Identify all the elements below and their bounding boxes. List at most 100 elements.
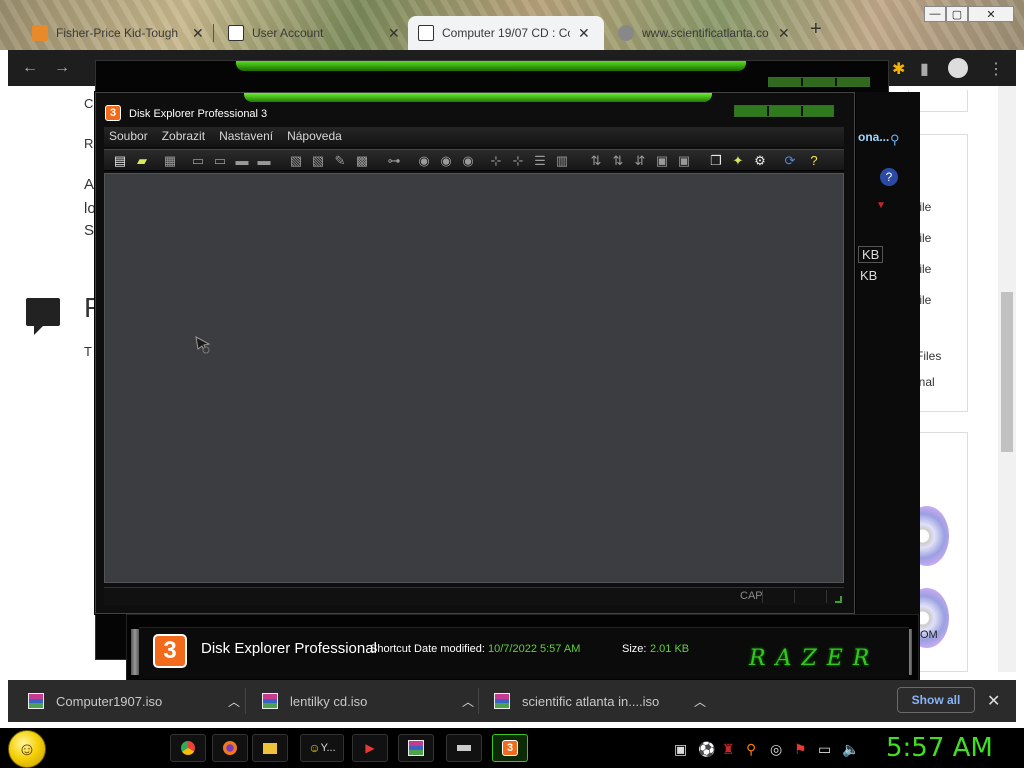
tab-close-icon[interactable]: ✕ (192, 25, 204, 42)
app-logo-icon: 3 (105, 105, 121, 121)
window-controls[interactable] (734, 105, 834, 117)
tab-scientific-atlanta[interactable]: www.scientificatlanta.co ✕ (608, 16, 800, 50)
tab-user-account[interactable]: User Account ✕ (218, 16, 410, 50)
close-downloads-icon[interactable]: ✕ (987, 691, 1000, 711)
window-taskbar-icon[interactable] (446, 734, 482, 762)
list-icon[interactable]: ☰ (532, 153, 548, 169)
network-icon[interactable]: ▣ (674, 741, 687, 758)
media-player-taskbar-icon[interactable]: ▶ (352, 734, 388, 762)
soccer-ball-icon[interactable]: ⚽ (698, 741, 715, 758)
taskbar-clock[interactable]: 5:57 AM (886, 733, 993, 763)
start-button[interactable]: ☺ (8, 730, 46, 768)
refresh-icon[interactable]: ⟳ (782, 153, 798, 169)
new-document-icon[interactable]: ▤ (112, 153, 128, 169)
size-value: 2.01 KB (650, 643, 690, 655)
date-modified: 10/7/2022 5:57 AM (488, 643, 581, 655)
volume-icon[interactable]: 🔈 (842, 741, 859, 758)
chrome-taskbar-icon[interactable] (170, 734, 206, 762)
firefox-taskbar-icon[interactable] (212, 734, 248, 762)
image-icon[interactable]: ▧ (288, 153, 304, 169)
view-icon[interactable]: ▣ (676, 153, 692, 169)
new-tab-button[interactable]: + (810, 18, 822, 41)
archive-icon (408, 740, 424, 756)
back-arrow-icon[interactable]: ← (22, 59, 38, 77)
image-icon[interactable]: ▧ (310, 153, 326, 169)
maximize-button[interactable]: ▢ (946, 6, 968, 22)
play-icon: ▶ (365, 741, 375, 755)
file-link[interactable]: file (916, 293, 960, 307)
tab-close-icon[interactable]: ✕ (388, 25, 400, 42)
drive-icon[interactable]: ▬ (256, 153, 272, 169)
chrome-menu-icon[interactable]: ⋮ (988, 59, 1004, 79)
menu-nastaveni[interactable]: Nastavení (219, 127, 273, 147)
download-item[interactable]: Computer1907.iso ︿ (28, 680, 240, 722)
binoculars-icon[interactable]: ⊶ (386, 153, 402, 169)
chevron-up-icon[interactable]: ︿ (462, 693, 474, 710)
drive-icon[interactable]: ▬ (234, 153, 250, 169)
sort-icon[interactable]: ⇵ (632, 153, 648, 169)
resize-grip-icon[interactable] (835, 596, 842, 603)
flag-icon[interactable]: ⚑ (794, 741, 807, 758)
menu-napoveda[interactable]: Nápoveda (287, 127, 342, 147)
cd-icon[interactable]: ◉ (438, 153, 454, 169)
forward-arrow-icon[interactable]: → (54, 59, 70, 77)
copy-icon[interactable]: ❐ (708, 153, 724, 169)
file-link[interactable]: file (916, 262, 960, 276)
search-icon[interactable]: ⚲ (890, 132, 900, 148)
download-item[interactable]: scientific atlanta in....iso ︿ (494, 680, 706, 722)
window-controls[interactable] (768, 77, 870, 87)
tab-computer-cd[interactable]: Computer 19/07 CD : Co ✕ (408, 16, 604, 50)
explorer-taskbar-icon[interactable] (252, 734, 288, 762)
drive-icon[interactable]: ▭ (212, 153, 228, 169)
sort-icon[interactable]: ⇅ (588, 153, 604, 169)
menu-zobrazit[interactable]: Zobrazit (162, 127, 205, 147)
disk-explorer-taskbar-icon[interactable]: 3 (492, 734, 528, 762)
tree-icon[interactable]: ⊹ (488, 153, 504, 169)
tab-close-icon[interactable]: ✕ (578, 25, 590, 42)
display-icon[interactable]: ▭ (818, 741, 831, 758)
settings-icon[interactable]: ⚙ (752, 153, 768, 169)
antivirus-icon[interactable]: ♜ (722, 741, 735, 758)
edit-icon[interactable]: ✎ (332, 153, 348, 169)
tab-fisher-price[interactable]: Fisher-Price Kid-Tough ✕ (22, 16, 214, 50)
window-glow-bar (236, 61, 746, 71)
dropdown-arrow-icon[interactable]: ▼ (876, 200, 886, 211)
image-icon[interactable]: ▩ (354, 153, 370, 169)
download-item[interactable]: lentilky cd.iso ︿ (262, 680, 474, 722)
show-all-downloads-button[interactable]: Show all (897, 687, 975, 713)
sort-icon[interactable]: ⇅ (610, 153, 626, 169)
help-icon[interactable]: ? (880, 168, 898, 186)
profile-avatar-icon[interactable] (948, 58, 968, 78)
file-link[interactable]: file (916, 231, 960, 245)
page-scrollbar-thumb[interactable] (1001, 292, 1013, 452)
cd-icon[interactable]: ◉ (460, 153, 476, 169)
selected-item-meta: Shortcut Date modified: 10/7/2022 5:57 A… (370, 643, 580, 655)
cd-icon[interactable]: ◉ (416, 153, 432, 169)
file-link[interactable]: file (916, 200, 960, 214)
close-window-button[interactable]: ✕ (968, 6, 1014, 22)
disk-icon[interactable]: ▦ (162, 153, 178, 169)
app-logo-icon: 3 (502, 740, 518, 756)
tree-icon[interactable]: ⊹ (510, 153, 526, 169)
drive-icon[interactable]: ▭ (190, 153, 206, 169)
menu-soubor[interactable]: Soubor (109, 127, 148, 147)
chevron-up-icon[interactable]: ︿ (228, 693, 240, 710)
grid-icon[interactable]: ▥ (554, 153, 570, 169)
view-icon[interactable]: ▣ (654, 153, 670, 169)
tab-close-icon[interactable]: ✕ (778, 25, 790, 42)
razer-logo: RAZER (749, 646, 880, 671)
selected-item-name: Disk Explorer Professional (201, 640, 377, 657)
chevron-up-icon[interactable]: ︿ (694, 693, 706, 710)
extension-puzzle-icon[interactable]: ✱ (892, 59, 905, 79)
yahoo-taskbar-button[interactable]: ☺ Y... (300, 734, 344, 762)
help-question-icon[interactable]: ? (806, 153, 822, 169)
tray-status-icon[interactable]: ◎ (770, 741, 782, 758)
content-pane[interactable] (104, 173, 844, 583)
minimize-button[interactable]: — (924, 6, 946, 22)
sidepanel-icon[interactable]: ▮ (920, 59, 929, 79)
archiver-taskbar-icon[interactable] (398, 734, 434, 762)
properties-icon[interactable]: ✦ (730, 153, 746, 169)
om-label: OM (920, 629, 938, 641)
search-tray-icon[interactable]: ⚲ (746, 741, 756, 758)
open-folder-icon[interactable]: ▰ (134, 153, 150, 169)
